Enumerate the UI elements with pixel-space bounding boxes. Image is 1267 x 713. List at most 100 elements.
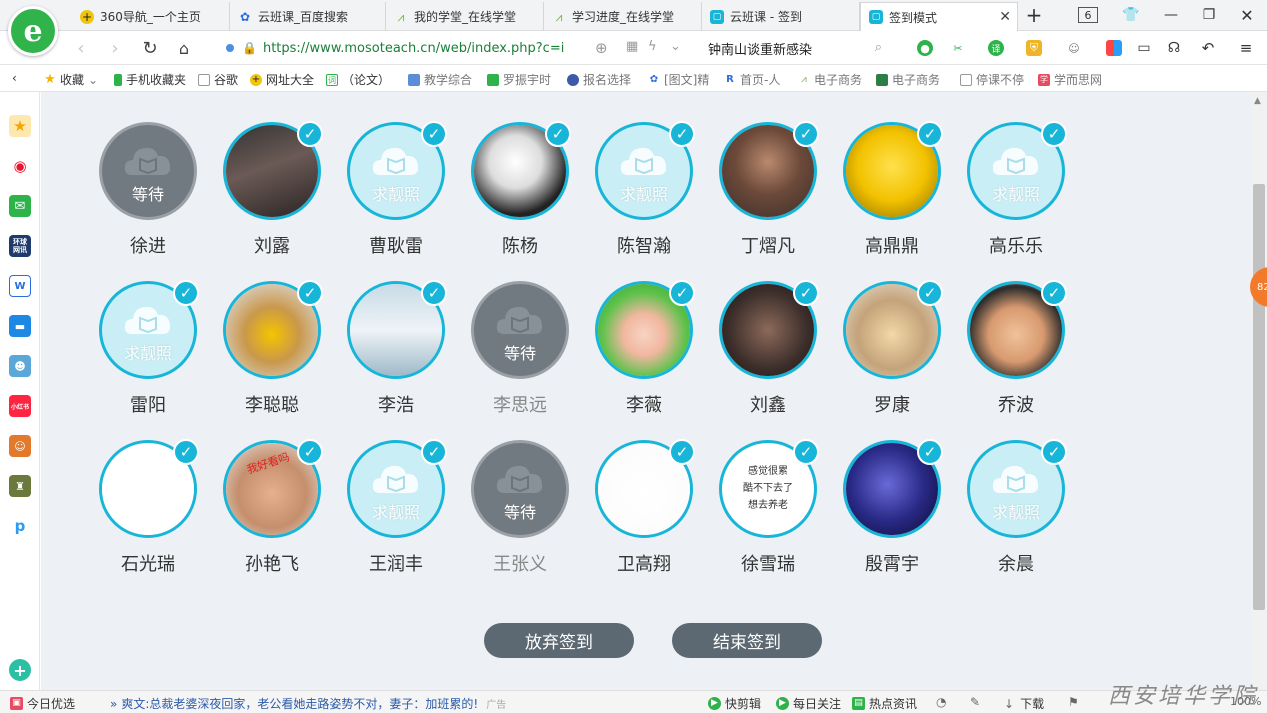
apps-icon[interactable] [1106,40,1122,56]
brush-icon[interactable]: ✎ [970,695,980,709]
student-card[interactable]: ✓ 陈杨 [460,121,580,272]
student-card[interactable]: ✓ 刘鑫 [708,280,828,431]
search-input[interactable]: 钟南山谈重新感染 ⌕ [700,36,890,60]
tab-baidu-search[interactable]: ✿ 云班课_百度搜索 [230,2,386,31]
student-card[interactable]: ✓ 李浩 [336,280,456,431]
shield-icon[interactable]: ⛨ [1026,40,1042,56]
student-card[interactable]: 等待 徐进 [88,122,208,272]
student-card[interactable]: 求靓照 ✓ 曹耿雷 [336,121,456,272]
bookmark-luozhenyu[interactable]: 罗振宇时 [487,71,551,88]
browser-logo-icon[interactable]: e [8,6,58,56]
student-card[interactable]: ✓ 李聪聪 [212,280,332,431]
student-card[interactable]: ✓ 石光瑞 [88,439,208,590]
student-card[interactable]: ✓ 殷霄宇 [832,439,952,590]
p-icon[interactable]: p [9,515,31,537]
status-hot-news[interactable]: ▤ 热点资讯 [852,695,917,712]
student-card[interactable]: 求靓照 ✓ 高乐乐 [956,121,1076,272]
doc-icon[interactable]: W [9,275,31,297]
menu-icon[interactable]: ≡ [1238,39,1254,57]
flash-icon[interactable]: ϟ [648,39,657,54]
abandon-signin-button[interactable]: 放弃签到 [484,623,634,658]
bookmark-urls[interactable]: + 网址大全 [250,71,314,88]
bookmark-favorites[interactable]: ★ 收藏 ⌄ [44,71,98,88]
close-window-icon[interactable]: ✕ [1236,4,1258,26]
xiaohongshu-icon[interactable]: 小红书 [9,395,31,417]
student-card[interactable]: ✓ 刘露 [212,121,332,272]
site-info-icon[interactable] [226,44,234,52]
student-card[interactable]: 求靓照 ✓ 陈智瀚 [584,121,704,272]
restore-icon[interactable]: ❐ [1198,4,1220,26]
qr-icon[interactable]: ▦ [626,39,638,54]
bookmark-home-people[interactable]: R 首页-人 [724,71,780,88]
bookmark-class-suspended[interactable]: 停课不停 [960,71,1024,88]
news-ticker[interactable]: » 爽文:总裁老婆深夜回家，老公看她走路姿势不对，妻子：加班累的! 广告 [110,695,506,712]
translate-icon[interactable]: 译 [988,40,1004,56]
home-icon[interactable]: ⌂ [173,37,195,59]
chat-icon[interactable]: ▬ [9,315,31,337]
status-daily[interactable]: ▶ 每日关注 [776,695,841,712]
student-card[interactable]: ✓ 罗康 [832,280,952,431]
tab-signin-mode[interactable]: ▢ 签到模式 ✕ [860,2,1018,31]
target-icon[interactable]: ⊕ [595,39,608,57]
add-icon[interactable]: + [9,659,31,681]
refresh-icon[interactable]: ↻ [139,37,161,59]
status-quick-edit[interactable]: ▶ 快剪辑 [708,695,761,712]
student-card[interactable]: 等待 王张义 [460,440,580,590]
student-card[interactable]: ✓ 李薇 [584,280,704,431]
scrollbar-thumb[interactable] [1253,184,1265,610]
bookmarks-toggle-icon[interactable]: ‹ [12,71,17,85]
student-card[interactable]: ✓ 乔波 [956,280,1076,431]
student-card[interactable]: 求靓照 ✓ 余晨 [956,439,1076,590]
dropdown-icon[interactable]: ⌄ [670,39,681,54]
undo-icon[interactable]: ↶ [1200,39,1216,57]
bookmark-ecommerce-2[interactable]: 电子商务 [876,71,940,88]
new-tab-button[interactable]: + [1024,3,1044,27]
wechat-ext-icon[interactable]: ● [917,40,933,56]
tab-study-progress[interactable]: ⩘ 学习进度_在线学堂 [544,2,702,31]
skin-icon[interactable]: 👕 [1120,4,1142,26]
game-icon[interactable]: ☻ [9,355,31,377]
star-icon[interactable]: ★ [9,115,31,137]
game3-icon[interactable]: ♜ [9,475,31,497]
close-tab-icon[interactable]: ✕ [999,9,1011,25]
student-avatar[interactable]: 等待 [99,122,197,220]
headphone-icon[interactable]: ☊ [1166,40,1182,56]
student-card[interactable]: ✓ 卫高翔 [584,439,704,590]
battery-icon[interactable]: ▭ [1136,40,1152,56]
student-card[interactable]: 我好看吗 ✓ 孙艳飞 [212,439,332,590]
speed-icon[interactable]: ◔ [936,695,946,709]
game2-icon[interactable]: ☺ [9,435,31,457]
search-icon[interactable]: ⌕ [875,40,882,55]
finish-signin-button[interactable]: 结束签到 [672,623,822,658]
student-card[interactable]: 求靓照 ✓ 王润丰 [336,439,456,590]
bookmark-signup[interactable]: 报名选择 [567,71,631,88]
back-icon[interactable]: ‹ [70,37,92,59]
student-card[interactable]: 等待 李思远 [460,281,580,431]
student-card[interactable]: 求靓照 ✓ 雷阳 [88,280,208,431]
flag-icon[interactable]: ⚑ [1068,695,1079,709]
news-icon[interactable]: 环球 网讯 [9,235,31,257]
student-avatar[interactable]: 等待 [471,440,569,538]
weibo-icon[interactable]: ◉ [9,155,31,177]
today-picks[interactable]: ▣ 今日优选 [10,695,75,712]
forward-icon[interactable]: › [104,37,126,59]
bookmark-google[interactable]: 谷歌 [198,71,238,88]
tab-360-nav[interactable]: + 360导航_一个主页 [72,2,230,31]
emoji-icon[interactable]: ☺ [1066,40,1082,56]
bookmark-xueersi[interactable]: 学学而思网 [1038,71,1102,88]
url-input[interactable]: 🔒 https://www.mosoteach.cn/web/index.php… [226,36,688,60]
tab-count-badge[interactable]: 6 [1078,7,1098,23]
student-card[interactable]: ✓ 高鼎鼎 [832,121,952,272]
scroll-up-icon[interactable]: ▲ [1254,96,1261,106]
mail-icon[interactable]: ✉ [9,195,31,217]
scissors-icon[interactable]: ✂ [950,40,966,56]
tab-yunbanke-signin[interactable]: ▢ 云班课 - 签到 [702,2,860,31]
status-download[interactable]: ↓ 下载 [1004,695,1044,712]
bookmark-teaching[interactable]: 教学综合 [408,71,472,88]
bookmark-tuwen[interactable]: ✿ [图文]精 [648,71,710,88]
minimize-icon[interactable]: — [1160,4,1182,26]
tab-my-xuetang[interactable]: ⩘ 我的学堂_在线学堂 [386,2,544,31]
student-card[interactable]: 感觉很累 酷不下去了 想去养老 ✓ 徐雪瑞 [708,439,828,590]
bookmark-ecommerce-1[interactable]: ⩘ 电子商务 [798,71,862,88]
vertical-scrollbar[interactable]: ▲ [1251,92,1267,690]
